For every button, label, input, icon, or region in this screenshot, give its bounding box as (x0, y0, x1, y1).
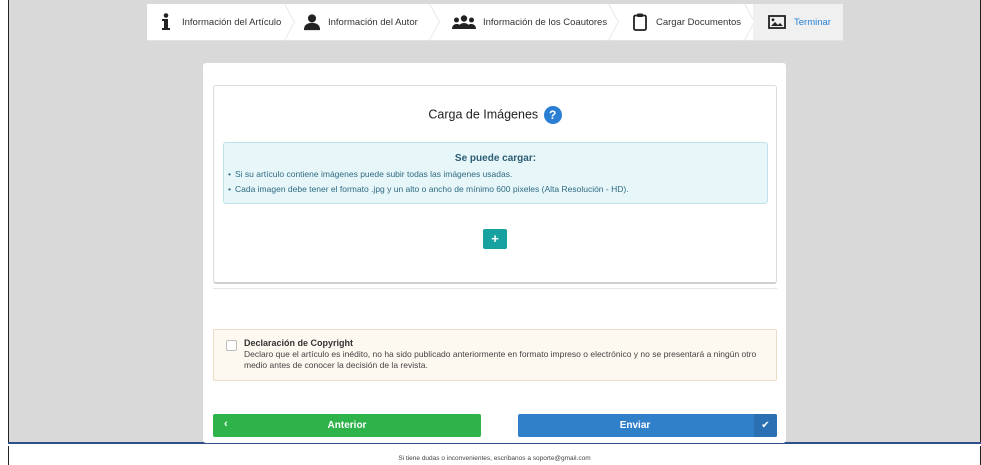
users-icon (452, 13, 476, 31)
step-label: Terminar (794, 16, 831, 28)
send-button[interactable]: Enviar ✔ (518, 414, 777, 437)
clipboard-icon (631, 13, 649, 31)
section-title-text: Carga de Imágenes (428, 107, 539, 122)
step-coauthors-info[interactable]: Información de los Coautores (438, 2, 619, 42)
wizard-steps: Información del Artículo Información del… (147, 2, 843, 42)
step-chevron (597, 2, 619, 42)
divider (213, 288, 777, 289)
info-heading: Se puede cargar: (454, 153, 537, 164)
previous-button-label: Anterior (327, 420, 367, 431)
list-item: Si su artículo contiene imágenes puede s… (228, 169, 767, 179)
step-article-info[interactable]: Información del Artículo (147, 2, 295, 42)
step-author-info[interactable]: Información del Autor (293, 2, 440, 42)
step-label: Información de los Coautores (483, 16, 608, 28)
footer-text: Si tiene dudas o inconvenientes, escríba… (8, 446, 981, 465)
section-title: Carga de Imágenes ? (214, 106, 776, 124)
list-item: Cada imagen debe tener el formato .jpg y… (228, 184, 767, 194)
info-list: Si su artículo contiene imágenes puede s… (228, 169, 767, 194)
copyright-checkbox[interactable] (226, 340, 237, 351)
copyright-text: Declaro que el artículo es inédito, no h… (244, 349, 757, 370)
info-icon (157, 13, 175, 31)
step-label: Cargar Documentos (656, 16, 742, 28)
form-panel: Carga de Imágenes ? Se puede cargar: Si … (203, 63, 786, 443)
user-icon (303, 13, 321, 31)
copyright-title: Declaración de Copyright (244, 338, 354, 348)
step-label: Información del Artículo (182, 16, 282, 28)
step-finish[interactable]: Terminar (753, 4, 843, 40)
image-upload-section: Carga de Imágenes ? Se puede cargar: Si … (213, 85, 777, 284)
help-icon[interactable]: ? (543, 106, 562, 124)
image-icon (767, 13, 787, 31)
add-image-button[interactable]: + (483, 229, 507, 249)
copyright-declaration: Declaración de Copyright Declaro que el … (213, 329, 777, 381)
step-chevron (418, 2, 440, 42)
step-chevron (733, 2, 755, 42)
step-upload-documents[interactable]: Cargar Documentos (617, 2, 755, 42)
step-chevron (273, 2, 295, 42)
step-label: Información del Autor (328, 16, 418, 28)
info-alert: Se puede cargar: Si su artículo contiene… (223, 142, 768, 204)
previous-button[interactable]: ‹ Anterior (213, 414, 481, 437)
send-button-label: Enviar (619, 420, 651, 431)
check-icon: ✔ (754, 414, 777, 437)
